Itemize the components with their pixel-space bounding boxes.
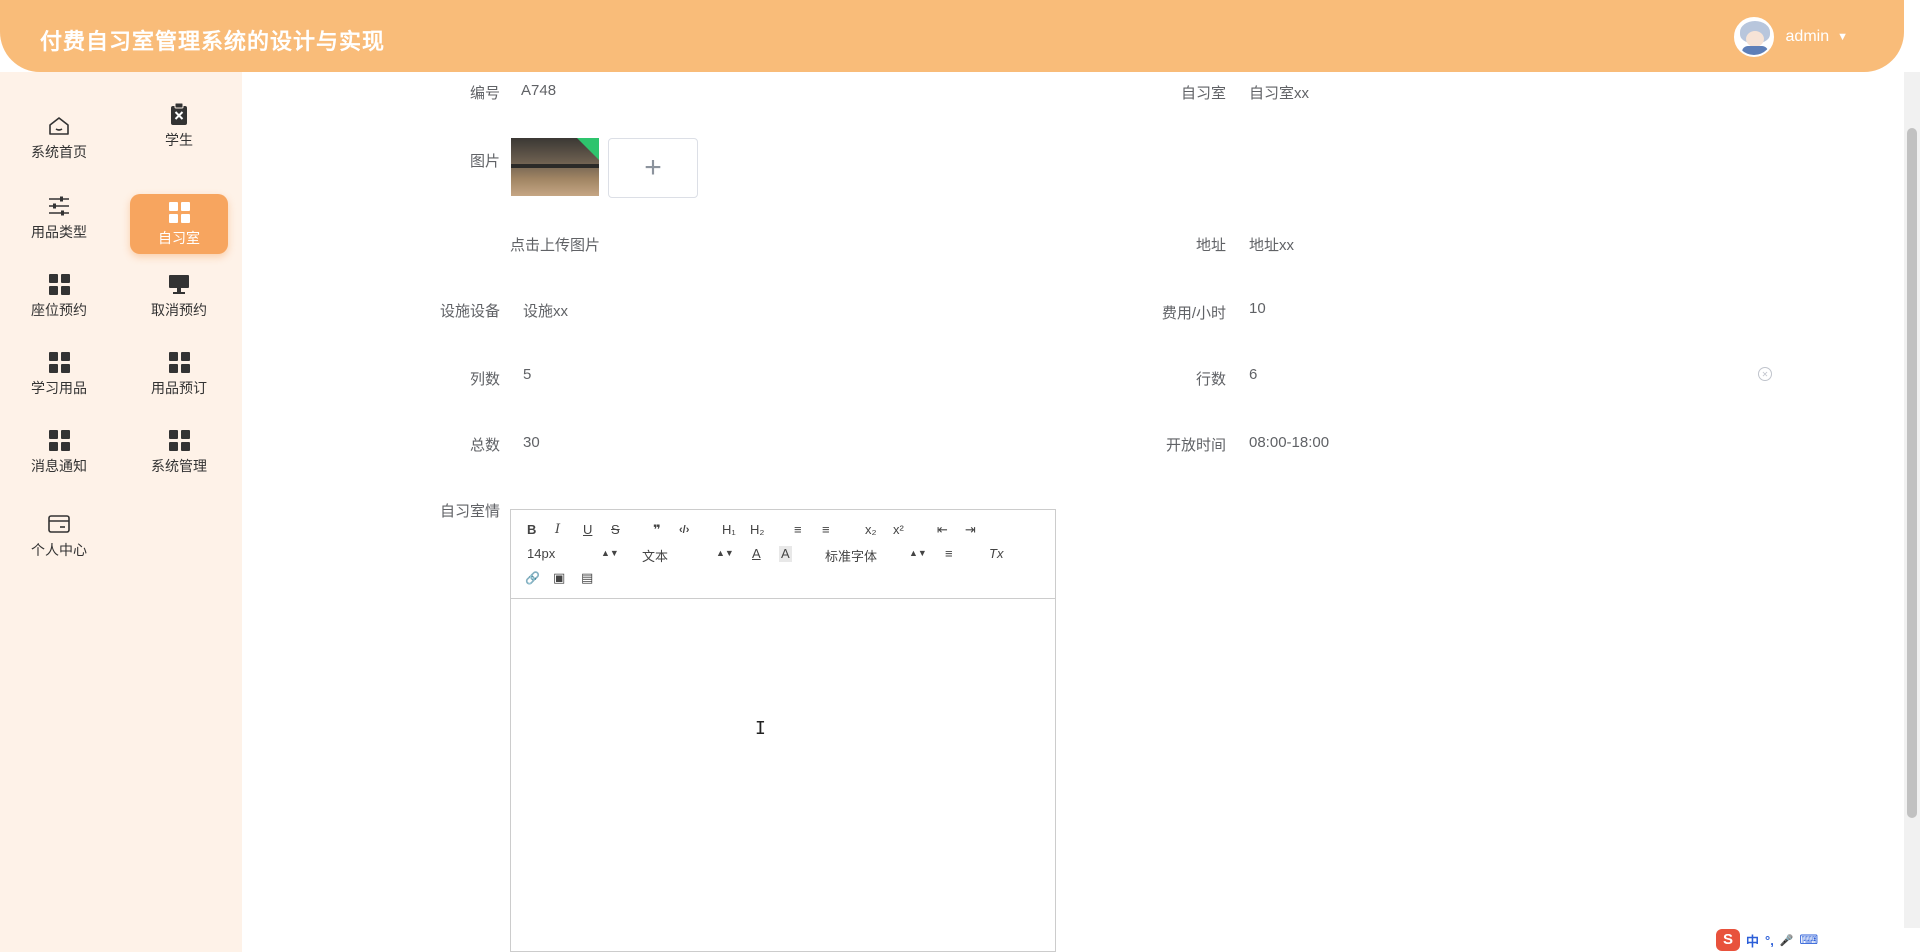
- sidebar-item-system-management[interactable]: 系统管理: [130, 422, 228, 482]
- open-time-field[interactable]: 08:00-18:00: [1249, 434, 1329, 451]
- microphone-icon[interactable]: 🎤: [1780, 934, 1794, 947]
- bold-button[interactable]: B: [527, 522, 536, 538]
- sidebar-item-students[interactable]: 学生: [130, 96, 228, 156]
- italic-button[interactable]: I: [555, 522, 560, 538]
- top-header: 付费自习室管理系统的设计与实现 admin ▼: [0, 0, 1904, 72]
- clipboard-x-icon: [167, 102, 191, 126]
- sidebar-item-study-room[interactable]: 自习室: [130, 194, 228, 254]
- room-label: 自习室: [1180, 85, 1226, 102]
- cols-label: 列数: [469, 371, 500, 388]
- ordered-list-button[interactable]: ≡: [794, 522, 802, 538]
- avatar[interactable]: [1733, 17, 1774, 57]
- chinese-mode-toggle[interactable]: 中: [1746, 931, 1759, 950]
- chevron-updown-icon: ▲▼: [909, 548, 927, 558]
- room-field[interactable]: 自习室xx: [1249, 82, 1309, 103]
- code-field[interactable]: A748: [521, 82, 556, 99]
- font-color-button[interactable]: A: [752, 546, 761, 562]
- header-1-button[interactable]: H₁: [722, 522, 736, 538]
- header-picker[interactable]: 文本 ▲▼: [642, 546, 734, 565]
- image-button[interactable]: ▣: [553, 570, 565, 586]
- fee-label: 费用/小时: [1161, 305, 1226, 322]
- user-menu[interactable]: admin ▼: [1733, 17, 1848, 57]
- grid-icon: [47, 350, 71, 374]
- superscript-button[interactable]: x²: [893, 522, 904, 538]
- grid-icon: [167, 200, 191, 224]
- blockquote-button[interactable]: ❞: [653, 522, 661, 538]
- font-picker[interactable]: 标准字体 ▲▼: [825, 546, 927, 565]
- open-time-label: 开放时间: [1165, 437, 1226, 454]
- address-field[interactable]: 地址xx: [1249, 234, 1294, 255]
- link-button[interactable]: 🔗: [525, 570, 540, 586]
- address-label: 地址: [1195, 237, 1226, 254]
- underline-button[interactable]: U: [583, 522, 592, 538]
- size-picker[interactable]: 14px ▲▼: [527, 546, 619, 561]
- indent-button[interactable]: ⇥: [965, 522, 976, 538]
- upload-hint: 点击上传图片: [510, 237, 601, 254]
- sidebar-item-seat-booking[interactable]: 座位预约: [10, 266, 108, 326]
- sidebar-item-home[interactable]: 系统首页: [10, 108, 108, 168]
- strike-button[interactable]: S: [611, 522, 620, 538]
- rows-label: 行数: [1195, 371, 1226, 388]
- card-icon: [47, 512, 71, 536]
- grid-icon: [47, 428, 71, 452]
- total-field[interactable]: 30: [523, 434, 540, 451]
- editor-content-area[interactable]: [511, 599, 1055, 951]
- image-label: 图片: [469, 153, 500, 170]
- align-button[interactable]: ≡: [945, 546, 953, 562]
- rich-text-editor: B I U S ❞ ‹/› H₁ H₂ ≡ ≡ x₂ x² ⇤ ⇥ 14px ▲…: [510, 509, 1056, 952]
- background-color-button[interactable]: A: [779, 546, 792, 562]
- code-label: 编号: [469, 85, 500, 102]
- cols-field[interactable]: 5: [523, 366, 531, 383]
- sidebar-item-supply-orders[interactable]: 用品预订: [130, 344, 228, 404]
- chevron-updown-icon: ▲▼: [716, 548, 734, 558]
- ime-toolbar: S 中 °, 🎤 ⌨: [1712, 928, 1920, 952]
- bullet-list-button[interactable]: ≡: [822, 522, 830, 538]
- sidebar-item-profile[interactable]: 个人中心: [10, 506, 108, 566]
- detail-label: 自习室情: [439, 503, 500, 520]
- total-label: 总数: [469, 437, 500, 454]
- sidebar-item-supply-types[interactable]: 用品类型: [10, 188, 108, 248]
- username[interactable]: admin: [1786, 28, 1830, 46]
- page-scrollbar[interactable]: [1904, 72, 1920, 952]
- grid-icon: [47, 272, 71, 296]
- chevron-down-icon[interactable]: ▼: [1837, 31, 1848, 43]
- scrollbar-thumb[interactable]: [1907, 128, 1917, 818]
- grid-icon: [167, 428, 191, 452]
- sogou-logo-icon[interactable]: S: [1716, 929, 1740, 951]
- room-image-thumbnail[interactable]: [511, 138, 599, 196]
- clean-format-button[interactable]: Tx: [989, 546, 1003, 562]
- grid-icon: [167, 350, 191, 374]
- code-block-button[interactable]: ‹/›: [679, 522, 689, 538]
- text-cursor-icon: I: [755, 718, 766, 739]
- sidebar: 系统首页 学生 用品类型 自习室 座位预约 取消预约 学习用品 用品预订 消息通…: [0, 72, 242, 952]
- outdent-button[interactable]: ⇤: [937, 522, 948, 538]
- upload-button[interactable]: +: [608, 138, 698, 198]
- facility-label: 设施设备: [439, 303, 500, 320]
- header-2-button[interactable]: H₂: [750, 522, 764, 538]
- home-icon: [47, 114, 71, 138]
- app-title: 付费自习室管理系统的设计与实现: [40, 29, 386, 54]
- facility-field[interactable]: 设施xx: [523, 300, 568, 321]
- sidebar-item-cancel-booking[interactable]: 取消预约: [130, 266, 228, 326]
- clear-icon[interactable]: ✕: [1758, 367, 1772, 381]
- sidebar-item-study-supplies[interactable]: 学习用品: [10, 344, 108, 404]
- fee-field[interactable]: 10: [1249, 300, 1266, 317]
- editor-toolbar: B I U S ❞ ‹/› H₁ H₂ ≡ ≡ x₂ x² ⇤ ⇥ 14px ▲…: [511, 510, 1055, 599]
- keyboard-icon[interactable]: ⌨: [1800, 932, 1819, 948]
- rows-field[interactable]: 6: [1249, 366, 1257, 383]
- sidebar-item-notifications[interactable]: 消息通知: [10, 422, 108, 482]
- punctuation-toggle[interactable]: °,: [1765, 933, 1774, 948]
- subscript-button[interactable]: x₂: [865, 522, 877, 538]
- sliders-icon: [47, 194, 71, 218]
- chevron-updown-icon: ▲▼: [601, 548, 619, 558]
- video-button[interactable]: ▤: [581, 570, 593, 586]
- monitor-icon: [167, 272, 191, 296]
